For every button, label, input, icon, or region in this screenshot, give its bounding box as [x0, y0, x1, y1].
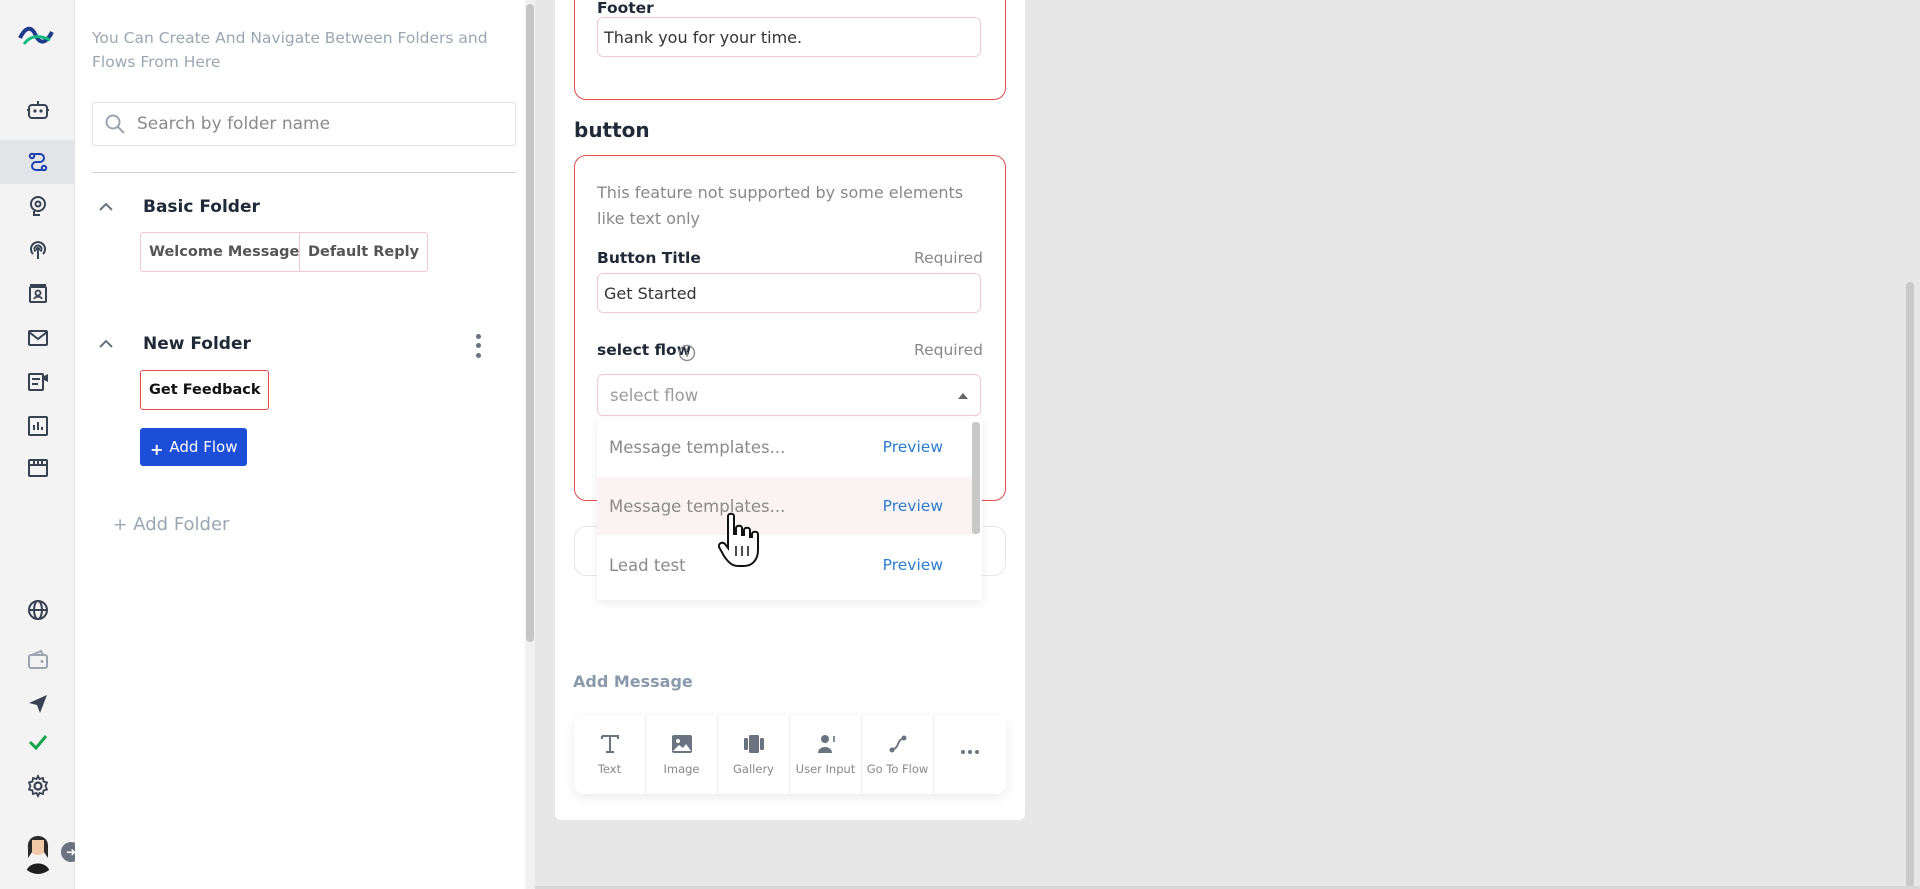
store-icon[interactable]: [0, 446, 75, 490]
bot-icon[interactable]: [0, 88, 75, 132]
tool-user-input[interactable]: User Input: [790, 716, 862, 794]
brain-icon[interactable]: [0, 184, 75, 228]
tool-label: User Input: [795, 762, 856, 776]
scrollbar-thumb[interactable]: [526, 4, 534, 642]
tool-text[interactable]: Text: [574, 716, 646, 794]
info-icon[interactable]: [678, 344, 696, 362]
button-title-label: Button Title: [597, 249, 701, 267]
add-message-toolbar: Text Image Gallery User Input Go To Flow: [574, 716, 1006, 794]
logo-icon[interactable]: [18, 22, 54, 50]
option-label: Lead test: [609, 555, 686, 575]
canvas-scrollbar[interactable]: [1906, 282, 1914, 888]
folder-menu-icon[interactable]: [471, 332, 485, 360]
analytics-icon[interactable]: [0, 404, 75, 448]
folder-search[interactable]: [92, 102, 516, 146]
add-folder-label: Add Folder: [133, 514, 230, 535]
tool-image[interactable]: Image: [646, 716, 718, 794]
folder-new[interactable]: New Folder: [95, 333, 251, 355]
dropdown-option[interactable]: Message templates... Preview: [597, 477, 973, 535]
flow-chip-default-reply[interactable]: Default Reply: [299, 232, 429, 272]
tool-label: Gallery: [733, 762, 774, 776]
tool-go-to-flow[interactable]: Go To Flow: [862, 716, 934, 794]
mail-icon[interactable]: [0, 316, 75, 360]
footer-card: Footer Thank you for your time.: [574, 0, 1006, 100]
panel-help-text: You Can Create And Navigate Between Fold…: [92, 29, 488, 71]
button-section-title: button: [574, 118, 650, 142]
tool-more[interactable]: [934, 716, 1006, 794]
dropdown-scrollbar[interactable]: [972, 422, 980, 534]
option-label: Message templates...: [609, 437, 786, 457]
chevron-up-icon[interactable]: [95, 333, 117, 355]
user-input-icon: [817, 735, 835, 753]
select-flow-dropdown[interactable]: select flow: [597, 374, 981, 416]
add-folder-button[interactable]: + Add Folder: [113, 514, 229, 535]
image-icon: [671, 735, 692, 753]
campaign-icon[interactable]: [0, 360, 75, 404]
text-icon: [600, 735, 619, 753]
add-flow-button[interactable]: + Add Flow: [140, 428, 248, 466]
left-rail: ➜: [0, 0, 81, 889]
preview-link[interactable]: Preview: [883, 556, 943, 574]
check-icon[interactable]: [0, 720, 75, 764]
folder-name: Basic Folder: [143, 197, 260, 217]
tool-label: Text: [597, 762, 622, 776]
flows-icon[interactable]: [0, 140, 75, 184]
caret-up-icon: [958, 393, 968, 399]
plus-icon: +: [150, 439, 164, 459]
flow-chip-get-feedback[interactable]: Get Feedback: [140, 370, 270, 410]
preview-link[interactable]: Preview: [883, 438, 943, 456]
search-icon: [105, 114, 125, 134]
gallery-icon: [743, 735, 764, 753]
gear-icon[interactable]: [0, 764, 75, 808]
globe-icon[interactable]: [0, 588, 75, 632]
go-to-flow-icon: [889, 735, 906, 753]
panel-scrollbar[interactable]: [525, 0, 535, 889]
hand-cursor-icon: [718, 512, 759, 567]
footer-label: Footer: [597, 0, 654, 17]
select-flow-menu: Message templates... Preview Message tem…: [597, 418, 982, 600]
avatar[interactable]: [18, 826, 58, 874]
wallet-icon[interactable]: [0, 638, 75, 682]
button-title-input[interactable]: Get Started: [597, 273, 981, 313]
folder-basic[interactable]: Basic Folder: [95, 196, 260, 218]
select-flow-placeholder: select flow: [610, 385, 699, 405]
select-flow-label: select flow: [597, 341, 692, 359]
chevron-up-icon[interactable]: [95, 196, 117, 218]
divider: [92, 172, 516, 173]
add-message-label: Add Message: [573, 672, 693, 691]
broadcast-icon[interactable]: [0, 228, 75, 272]
button-note: This feature not supported by some eleme…: [597, 183, 964, 228]
dropdown-option[interactable]: Lead test Preview: [597, 536, 973, 594]
folders-panel: You Can Create And Navigate Between Fold…: [75, 0, 535, 889]
preview-link[interactable]: Preview: [883, 497, 943, 515]
tool-label: Image: [663, 762, 700, 776]
tool-label: Go To Flow: [866, 762, 929, 776]
required-label: Required: [914, 249, 983, 267]
required-label: Required: [914, 341, 983, 359]
footer-input[interactable]: Thank you for your time.: [597, 17, 981, 57]
add-flow-label: Add Flow: [169, 438, 238, 456]
folder-name: New Folder: [143, 334, 251, 354]
flow-chip-welcome-message[interactable]: Welcome Message: [140, 232, 309, 272]
plus-icon: +: [113, 515, 128, 535]
contacts-icon[interactable]: [0, 272, 75, 316]
tool-gallery[interactable]: Gallery: [718, 716, 790, 794]
search-input[interactable]: [137, 114, 497, 134]
dropdown-option[interactable]: Message templates... Preview: [597, 418, 973, 476]
more-icon: [961, 750, 979, 754]
message-editor: Footer Thank you for your time. button T…: [555, 0, 1025, 820]
